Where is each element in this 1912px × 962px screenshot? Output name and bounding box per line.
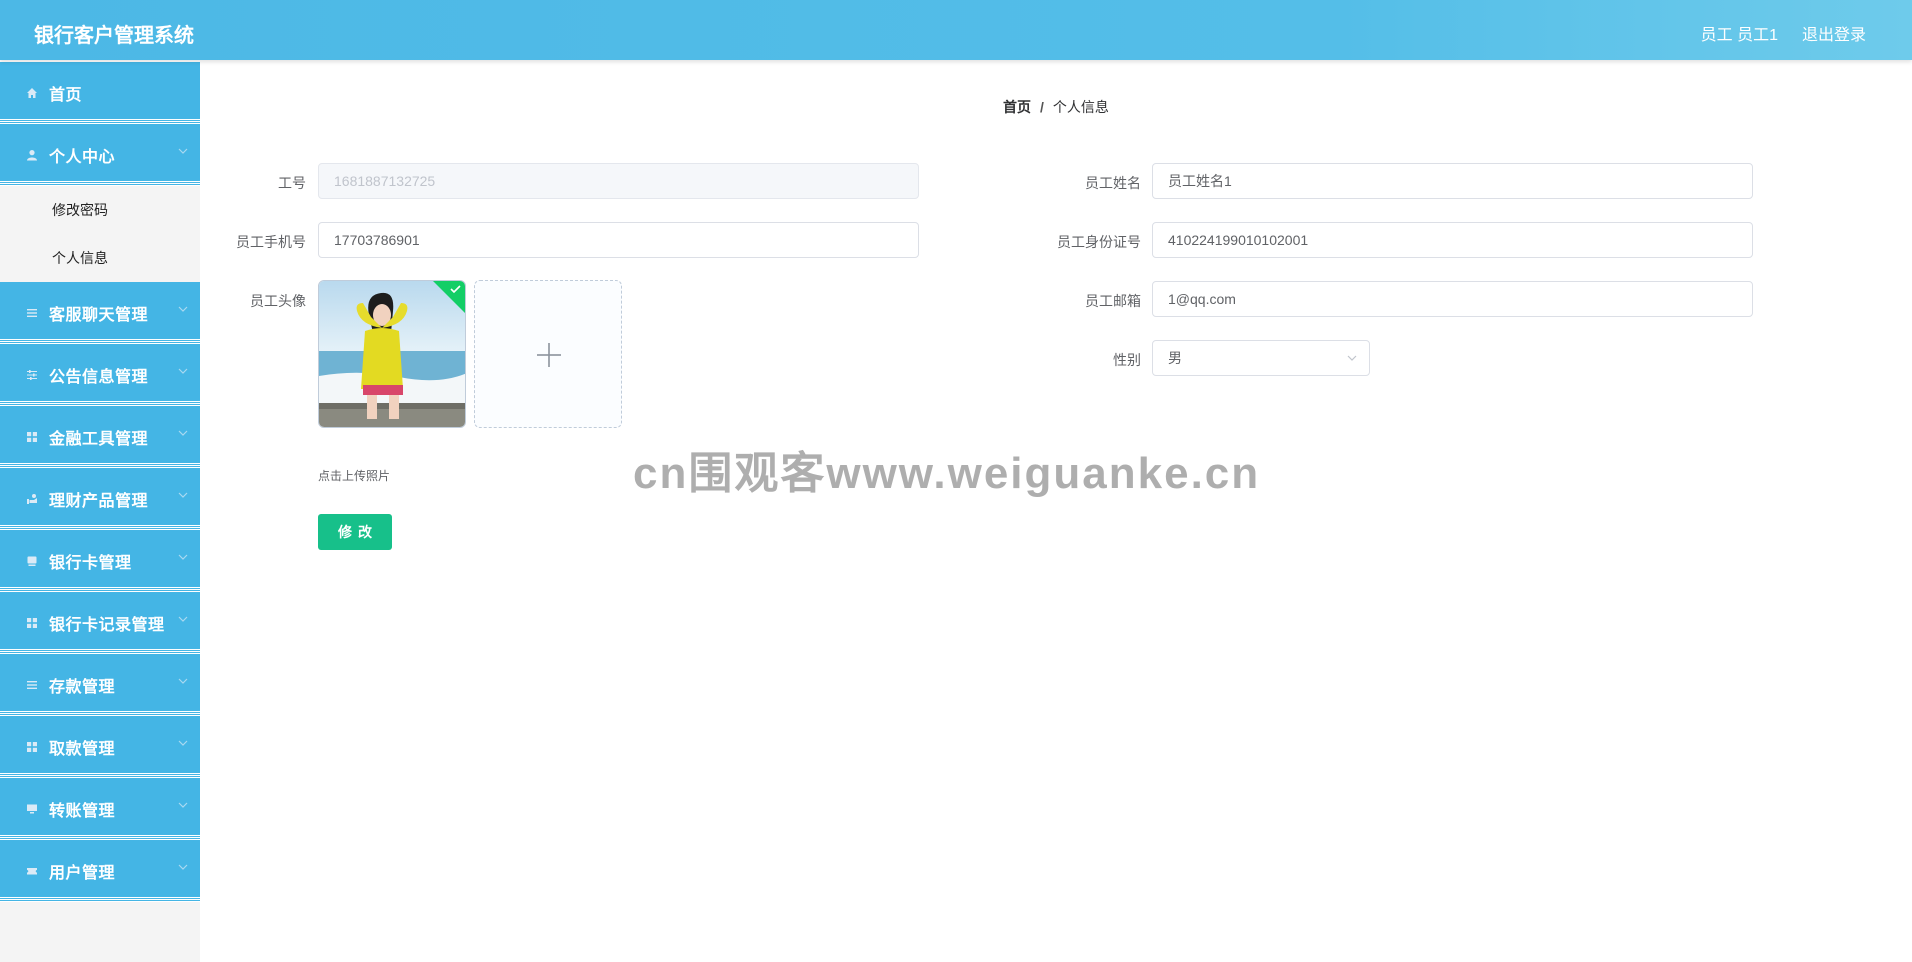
logout-link[interactable]: 退出登录 — [1802, 21, 1866, 45]
current-user: 员工 员工1 — [1700, 27, 1778, 44]
avatar-image[interactable] — [318, 280, 466, 428]
sidebar-item-label: 首页 — [49, 87, 83, 104]
employee-no-input[interactable] — [318, 163, 919, 199]
sidebar-item-label: 个人中心 — [49, 149, 116, 166]
name-input[interactable] — [1152, 163, 1753, 199]
main-content: 首页 / 个人信息 工号 员工手机号 员工头像 — [200, 62, 1912, 962]
sidebar-item-home[interactable]: 首页 — [0, 62, 200, 124]
sidebar-item-wealth-products[interactable]: 理财产品管理 — [0, 468, 200, 530]
grid-icon — [26, 431, 38, 443]
ticket-icon — [26, 865, 38, 877]
id-card-label: 员工身份证号 — [1057, 234, 1141, 250]
sidebar-item-financial-tools[interactable]: 金融工具管理 — [0, 406, 200, 468]
chevron-down-icon — [178, 148, 188, 154]
chevron-down-icon — [178, 306, 188, 312]
gender-label: 性别 — [1113, 352, 1141, 368]
name-label: 员工姓名 — [1085, 175, 1141, 191]
sidebar-item-label: 客服聊天管理 — [49, 307, 149, 324]
grid-icon — [26, 741, 38, 753]
chevron-down-icon — [178, 802, 188, 808]
sidebar: 首页 个人中心 修改密码 个人信息 客服聊天管理 公告信息管理 金融工具管理 理… — [0, 62, 200, 962]
sidebar-item-label: 转账管理 — [49, 803, 116, 820]
sidebar-item-withdrawals[interactable]: 取款管理 — [0, 716, 200, 778]
user-icon — [26, 149, 38, 161]
breadcrumb-separator: / — [1040, 99, 1044, 115]
gender-select[interactable]: 男 — [1152, 340, 1370, 376]
sidebar-item-label: 金融工具管理 — [49, 431, 149, 448]
sidebar-item-deposits[interactable]: 存款管理 — [0, 654, 200, 716]
sidebar-item-label: 用户管理 — [49, 865, 116, 882]
upload-hint: 点击上传照片 — [318, 469, 391, 483]
sidebar-item-transfers[interactable]: 转账管理 — [0, 778, 200, 840]
sidebar-item-bank-cards[interactable]: 银行卡管理 — [0, 530, 200, 592]
menu-lines-icon — [26, 679, 38, 691]
breadcrumb-home[interactable]: 首页 — [1003, 99, 1031, 115]
grid-icon — [26, 617, 38, 629]
sidebar-item-label: 银行卡管理 — [49, 555, 132, 572]
sidebar-item-announcements[interactable]: 公告信息管理 — [0, 344, 200, 406]
upload-success-badge — [433, 281, 465, 313]
chevron-down-icon — [178, 554, 188, 560]
app-title: 银行客户管理系统 — [34, 25, 194, 47]
menu-lines-icon — [26, 307, 38, 319]
sliders-icon — [26, 369, 38, 381]
sidebar-item-users[interactable]: 用户管理 — [0, 840, 200, 902]
sidebar-item-card-records[interactable]: 银行卡记录管理 — [0, 592, 200, 654]
breadcrumb-current: 个人信息 — [1052, 99, 1109, 115]
sidebar-item-label: 理财产品管理 — [49, 493, 149, 510]
sidebar-subitem-change-password[interactable]: 修改密码 — [0, 186, 200, 234]
home-icon — [26, 87, 38, 99]
card-icon — [26, 555, 38, 567]
phone-label: 员工手机号 — [236, 234, 306, 250]
submenu-personal-center: 修改密码 个人信息 — [0, 186, 200, 282]
chevron-down-icon — [178, 616, 188, 622]
avatar-upload-button[interactable] — [474, 280, 622, 428]
avatar-label: 员工头像 — [250, 293, 306, 309]
submit-button[interactable]: 修改 — [318, 514, 392, 550]
sidebar-item-label: 存款管理 — [49, 679, 116, 696]
phone-input[interactable] — [318, 222, 919, 258]
chevron-down-icon — [178, 492, 188, 498]
sidebar-subitem-personal-info[interactable]: 个人信息 — [0, 234, 200, 282]
sidebar-item-label: 公告信息管理 — [49, 369, 149, 386]
monitor-icon — [26, 803, 38, 815]
chevron-down-icon — [178, 864, 188, 870]
top-header: 银行客户管理系统 员工 员工1 退出登录 — [0, 0, 1912, 60]
sidebar-item-personal-center[interactable]: 个人中心 — [0, 124, 200, 186]
chevron-down-icon — [178, 678, 188, 684]
sidebar-item-label: 取款管理 — [49, 741, 116, 758]
chevron-down-icon — [178, 430, 188, 436]
chevron-down-icon — [178, 368, 188, 374]
employee-no-label: 工号 — [278, 175, 306, 191]
id-card-input[interactable] — [1152, 222, 1753, 258]
plus-icon — [537, 343, 561, 367]
gender-selected-value: 男 — [1168, 350, 1182, 366]
breadcrumb: 首页 / 个人信息 — [1003, 97, 1109, 117]
chevron-down-icon — [178, 740, 188, 746]
email-input[interactable] — [1152, 281, 1753, 317]
chevron-down-icon — [1347, 355, 1357, 361]
hand-coin-icon — [26, 493, 38, 505]
sidebar-item-label: 银行卡记录管理 — [49, 617, 165, 634]
sidebar-item-chat[interactable]: 客服聊天管理 — [0, 282, 200, 344]
email-label: 员工邮箱 — [1085, 293, 1141, 309]
